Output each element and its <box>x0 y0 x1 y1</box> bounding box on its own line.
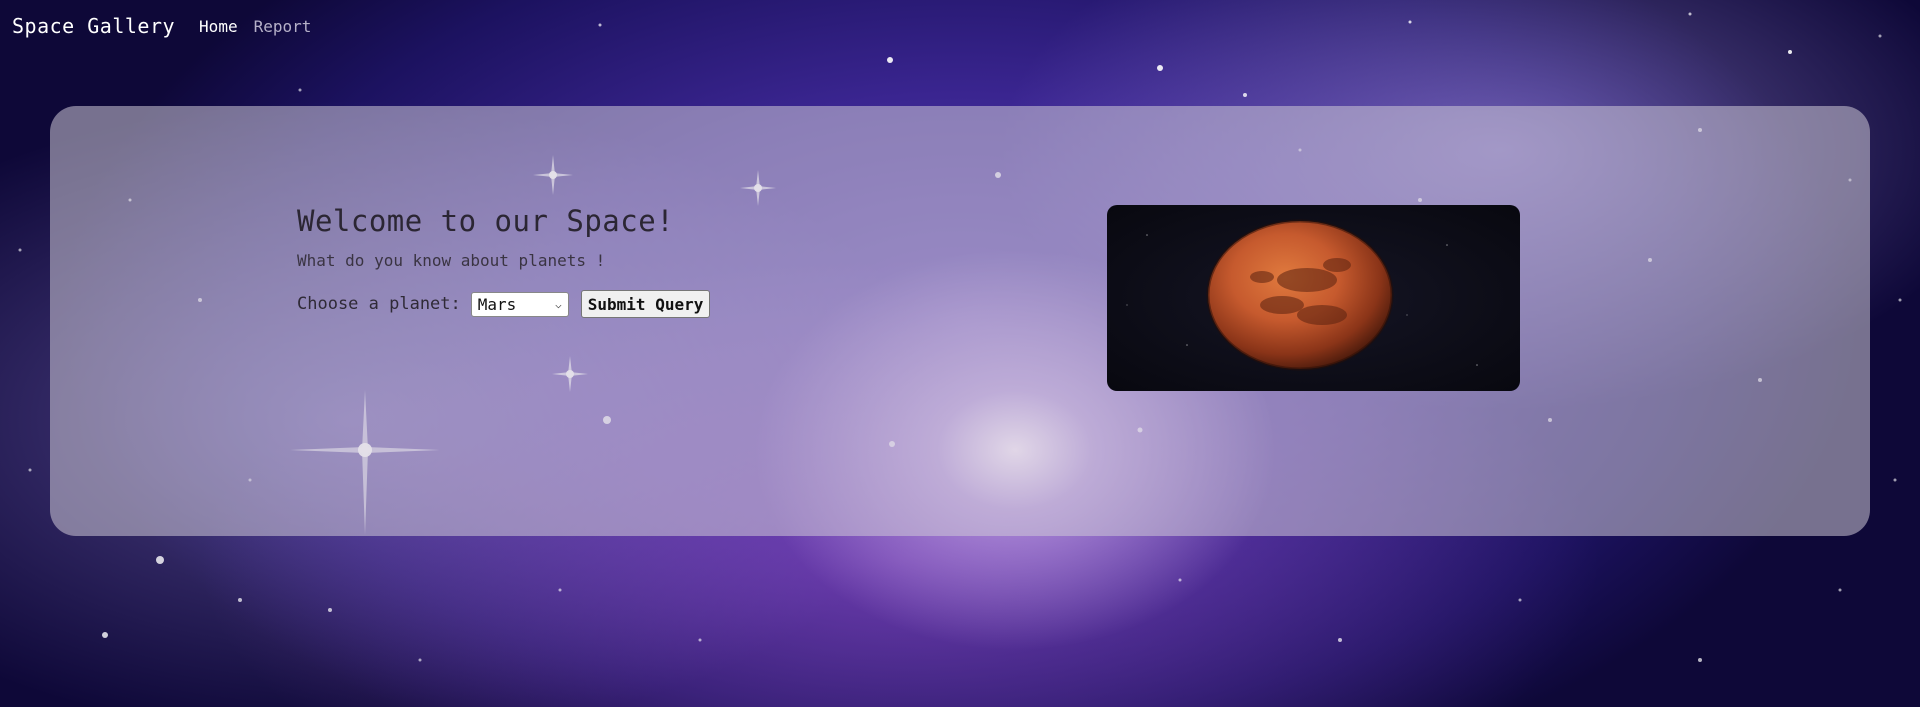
planet-select-label: Choose a planet: <box>297 294 461 314</box>
navbar: Space Gallery Home Report <box>0 0 1920 52</box>
planet-image <box>1107 205 1520 391</box>
nav-link-report[interactable]: Report <box>254 17 312 36</box>
submit-query-button[interactable]: Submit Query <box>580 290 711 318</box>
planet-form: Choose a planet: Mars ⌵ Submit Query <box>297 290 711 318</box>
page-subtitle: What do you know about planets ! <box>297 251 606 270</box>
welcome-card <box>50 106 1870 536</box>
nav-link-home[interactable]: Home <box>199 17 238 36</box>
welcome-content: Welcome to our Space! What do you know a… <box>297 204 711 318</box>
chevron-down-icon: ⌵ <box>555 297 562 311</box>
nav-links: Home Report <box>199 17 311 36</box>
page-title: Welcome to our Space! <box>297 204 675 238</box>
planet-select-value: Mars <box>477 294 517 314</box>
planet-select[interactable]: Mars ⌵ <box>470 291 569 317</box>
brand-logo-text[interactable]: Space Gallery <box>12 14 175 38</box>
mars-planet-illustration <box>1126 219 1478 371</box>
